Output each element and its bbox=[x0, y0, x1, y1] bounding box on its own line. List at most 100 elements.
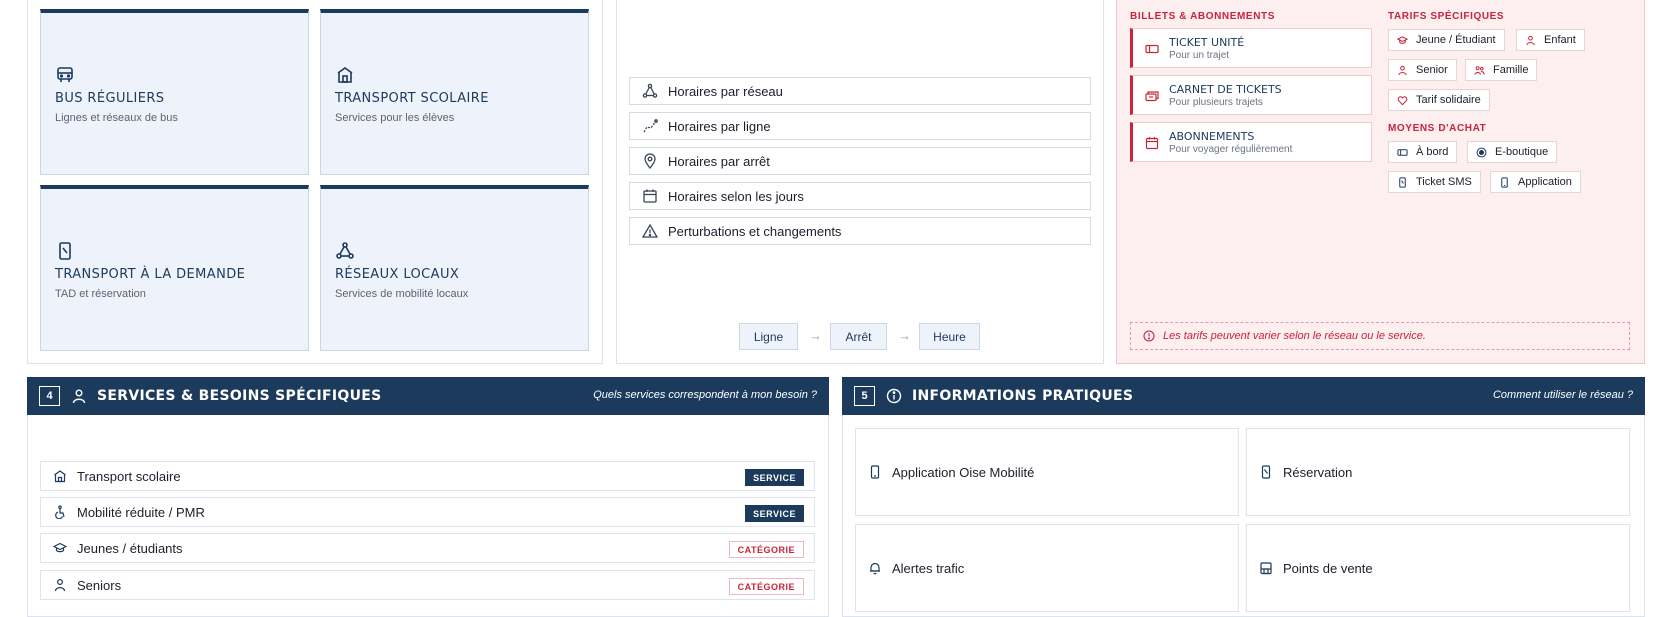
service-row-pmr[interactable]: Mobilité réduite / PMR SERVICE bbox=[40, 497, 815, 527]
ticket-title: TICKET UNITÉ bbox=[1169, 36, 1245, 49]
ticket-subtitle: Pour plusieurs trajets bbox=[1169, 97, 1263, 108]
person-icon bbox=[72, 389, 86, 404]
schedule-by-stop[interactable]: Horaires par arrêt bbox=[629, 147, 1091, 175]
mode-title: TRANSPORT SCOLAIRE bbox=[335, 91, 489, 106]
section-question: Comment utiliser le réseau ? bbox=[1492, 389, 1633, 401]
schedule-by-network[interactable]: Horaires par réseau bbox=[629, 77, 1091, 105]
service-label: Transport scolaire bbox=[77, 468, 181, 484]
step-line[interactable]: Ligne bbox=[739, 323, 798, 350]
ticket-book[interactable]: CARNET DE TICKETS Pour plusieurs trajets bbox=[1130, 75, 1372, 115]
service-badge: SERVICE bbox=[745, 505, 804, 522]
school-icon bbox=[54, 470, 66, 483]
service-row-youth[interactable]: Jeunes / étudiants CATÉGORIE bbox=[40, 533, 815, 563]
step-stop[interactable]: Arrêt bbox=[830, 323, 887, 350]
info-card-alerts[interactable]: Alertes trafic bbox=[855, 524, 1239, 612]
accessibility-icon bbox=[55, 505, 65, 519]
purchase-sms[interactable]: Ticket SMS bbox=[1388, 171, 1481, 193]
schedule-label: Horaires selon les jours bbox=[668, 188, 804, 204]
mode-title: BUS RÉGULIERS bbox=[55, 91, 165, 106]
info-icon bbox=[886, 388, 902, 404]
calendar-icon bbox=[643, 189, 657, 203]
service-badge: SERVICE bbox=[745, 469, 804, 486]
mode-card-local[interactable]: RÉSEAUX LOCAUX Services de mobilité loca… bbox=[320, 185, 589, 351]
service-row-seniors[interactable]: Seniors CATÉGORIE bbox=[40, 570, 815, 600]
store-icon bbox=[1260, 562, 1272, 575]
tariff-child[interactable]: Enfant bbox=[1516, 29, 1585, 51]
info-card-app[interactable]: Application Oise Mobilité bbox=[855, 428, 1239, 516]
purchase-on-board[interactable]: À bord bbox=[1388, 141, 1458, 163]
mode-subtitle: Services pour les élèves bbox=[335, 112, 455, 124]
map-pin-icon bbox=[644, 153, 656, 169]
ticket-icon bbox=[1397, 148, 1408, 156]
schedule-label: Horaires par ligne bbox=[668, 118, 771, 134]
mode-subtitle: Services de mobilité locaux bbox=[335, 288, 469, 300]
route-icon bbox=[643, 119, 658, 133]
info-label: Alertes trafic bbox=[892, 561, 965, 576]
schedule-label: Perturbations et changements bbox=[668, 223, 842, 239]
info-card-sale-points[interactable]: Points de vente bbox=[1246, 524, 1630, 612]
mode-card-school[interactable]: TRANSPORT SCOLAIRE Services pour les élè… bbox=[320, 9, 589, 175]
tariff-label: Enfant bbox=[1544, 34, 1576, 46]
service-label: Mobilité réduite / PMR bbox=[77, 504, 205, 520]
info-icon bbox=[1143, 330, 1155, 342]
tariff-youth[interactable]: Jeune / Étudiant bbox=[1388, 29, 1505, 51]
network-icon bbox=[642, 83, 658, 98]
services-header: 4 SERVICES & BESOINS SPÉCIFIQUES Quels s… bbox=[27, 377, 829, 415]
section-title: INFORMATIONS PRATIQUES bbox=[912, 388, 1134, 404]
info-label: Points de vente bbox=[1283, 561, 1373, 576]
step-hour[interactable]: Heure bbox=[919, 323, 980, 350]
tickets-heading: BILLETS & ABONNEMENTS bbox=[1130, 11, 1276, 22]
tariff-label: Senior bbox=[1416, 64, 1448, 76]
graduation-cap-icon bbox=[1397, 35, 1408, 44]
network-icon bbox=[336, 242, 354, 259]
arrow-icon: → bbox=[898, 328, 911, 343]
purchase-label: À bord bbox=[1416, 146, 1449, 158]
graduation-cap-icon bbox=[53, 542, 67, 553]
ticket-subscription[interactable]: ABONNEMENTS Pour voyager régulièrement bbox=[1130, 122, 1372, 162]
tariff-senior[interactable]: Senior bbox=[1388, 59, 1457, 81]
phone-icon bbox=[1261, 465, 1271, 479]
info-label: Application Oise Mobilité bbox=[892, 465, 1035, 480]
tariff-label: Jeune / Étudiant bbox=[1416, 34, 1496, 46]
tariff-note: Les tarifs peuvent varier selon le résea… bbox=[1130, 322, 1630, 350]
schedule-by-days[interactable]: Horaires selon les jours bbox=[629, 182, 1091, 210]
purchase-app[interactable]: Application bbox=[1490, 171, 1581, 193]
ticket-subtitle: Pour un trajet bbox=[1169, 50, 1230, 61]
mode-card-bus[interactable]: BUS RÉGULIERS Lignes et réseaux de bus bbox=[40, 9, 309, 175]
tickets-icon bbox=[1145, 91, 1159, 102]
purchase-eshop[interactable]: E-boutique bbox=[1467, 141, 1558, 163]
service-row-school[interactable]: Transport scolaire SERVICE bbox=[40, 461, 815, 491]
person-icon bbox=[1526, 35, 1535, 45]
arrow-icon: → bbox=[809, 328, 822, 343]
purchase-label: Application bbox=[1518, 176, 1572, 188]
section-number: 4 bbox=[39, 386, 60, 406]
section-title: SERVICES & BESOINS SPÉCIFIQUES bbox=[97, 388, 382, 404]
schedule-by-line[interactable]: Horaires par ligne bbox=[629, 112, 1091, 140]
phone-icon bbox=[59, 242, 71, 260]
bus-icon bbox=[57, 67, 73, 82]
ticket-subtitle: Pour voyager régulièrement bbox=[1169, 144, 1293, 155]
service-badge: CATÉGORIE bbox=[728, 578, 804, 595]
schedule-disruptions[interactable]: Perturbations et changements bbox=[629, 217, 1091, 245]
schedule-label: Horaires par réseau bbox=[668, 83, 783, 99]
school-icon bbox=[337, 67, 353, 83]
info-card-reservation[interactable]: Réservation bbox=[1246, 428, 1630, 516]
calendar-icon bbox=[1145, 137, 1159, 150]
tariff-solidarity[interactable]: Tarif solidaire bbox=[1388, 89, 1490, 111]
tariff-label: Tarif solidaire bbox=[1416, 94, 1481, 106]
mode-title: TRANSPORT À LA DEMANDE bbox=[55, 267, 246, 282]
eshop-icon bbox=[1476, 147, 1487, 157]
mode-subtitle: Lignes et réseaux de bus bbox=[55, 112, 178, 124]
note-text: Les tarifs peuvent varier selon le résea… bbox=[1163, 330, 1426, 342]
ticket-icon bbox=[1145, 44, 1159, 54]
info-header: 5 INFORMATIONS PRATIQUES Comment utilise… bbox=[842, 377, 1645, 415]
mode-title: RÉSEAUX LOCAUX bbox=[335, 267, 460, 282]
family-icon bbox=[1474, 65, 1485, 75]
bell-icon bbox=[870, 562, 880, 575]
ticket-title: CARNET DE TICKETS bbox=[1169, 83, 1282, 96]
purchase-label: Ticket SMS bbox=[1416, 176, 1472, 188]
tariff-label: Famille bbox=[1493, 64, 1529, 76]
ticket-single[interactable]: TICKET UNITÉ Pour un trajet bbox=[1130, 28, 1372, 68]
tariff-family[interactable]: Famille bbox=[1465, 59, 1538, 81]
mode-card-tad[interactable]: TRANSPORT À LA DEMANDE TAD et réservatio… bbox=[40, 185, 309, 351]
